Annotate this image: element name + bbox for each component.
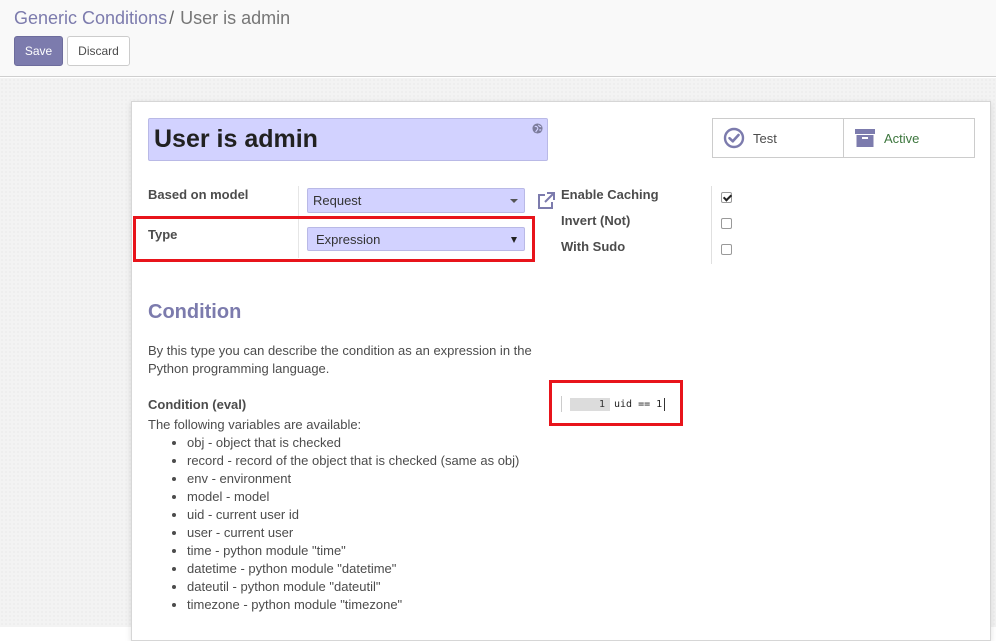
breadcrumb-separator: / — [169, 8, 175, 28]
breadcrumb-parent-link[interactable]: Generic Conditions — [14, 8, 167, 28]
active-toggle-button[interactable]: Active — [843, 119, 974, 157]
test-button-label: Test — [753, 130, 777, 146]
highlight-box-code — [549, 380, 683, 426]
based-on-model-select[interactable]: Request — [307, 188, 525, 213]
list-item: user - current user — [187, 524, 519, 542]
breadcrumb-current: User is admin — [180, 8, 291, 28]
test-button[interactable]: Test — [713, 119, 843, 157]
list-item: time - python module "time" — [187, 542, 519, 560]
right-group-separator — [711, 186, 712, 264]
variables-intro: The following variables are available: — [148, 417, 362, 432]
breadcrumb: Generic Conditions / User is admin — [14, 8, 290, 29]
check-circle-icon — [723, 127, 745, 149]
active-button-label: Active — [884, 130, 920, 146]
save-button[interactable]: Save — [14, 36, 63, 66]
condition-eval-label: Condition (eval) — [148, 397, 247, 412]
record-name-field[interactable]: User is admin — [148, 118, 548, 161]
condition-section-title: Condition — [148, 301, 242, 323]
enable-caching-checkbox[interactable] — [721, 192, 732, 203]
list-item: timezone - python module "timezone" — [187, 596, 519, 614]
list-item: env - environment — [187, 470, 519, 488]
highlight-box-type — [133, 216, 535, 262]
condition-description: By this type you can describe the condit… — [148, 343, 532, 376]
record-name-value: User is admin — [154, 125, 318, 153]
dropdown-caret-icon — [510, 199, 518, 203]
list-item: obj - object that is checked — [187, 434, 519, 452]
invert-not-label: Invert (Not) — [561, 213, 631, 228]
with-sudo-label: With Sudo — [561, 239, 626, 254]
with-sudo-checkbox[interactable] — [721, 244, 732, 255]
based-on-model-value: Request — [313, 193, 362, 208]
list-item: model - model — [187, 488, 519, 506]
enable-caching-label: Enable Caching — [561, 187, 659, 202]
based-on-model-label: Based on model — [148, 187, 249, 202]
invert-not-checkbox[interactable] — [721, 218, 732, 229]
discard-button[interactable]: Discard — [67, 36, 130, 66]
variables-list: obj - object that is checked record - re… — [148, 434, 519, 614]
smart-button-box: Test Active — [712, 118, 975, 158]
list-item: uid - current user id — [187, 506, 519, 524]
control-panel: Generic Conditions / User is admin Save Di… — [0, 0, 996, 77]
archive-icon — [855, 129, 875, 147]
translate-globe-icon[interactable] — [532, 123, 543, 134]
list-item: record - record of the object that is ch… — [187, 452, 519, 470]
external-link-icon[interactable] — [536, 191, 556, 211]
list-item: datetime - python module "datetime" — [187, 560, 519, 578]
list-item: dateutil - python module "dateutil" — [187, 578, 519, 596]
